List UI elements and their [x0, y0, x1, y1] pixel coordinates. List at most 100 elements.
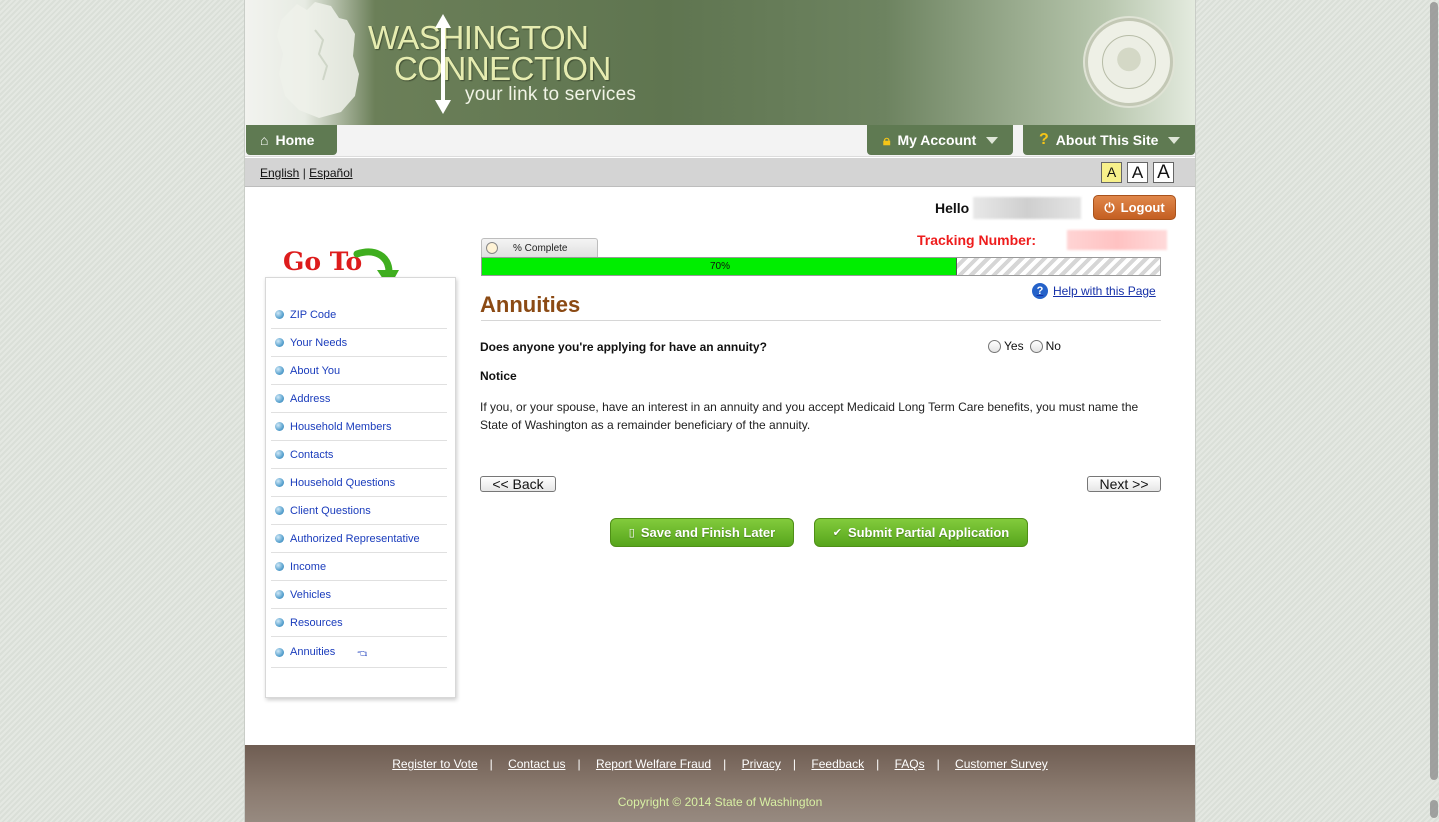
notice-heading: Notice	[480, 369, 517, 383]
bullet-icon	[275, 478, 284, 487]
help-icon: ?	[1032, 283, 1048, 299]
nav-about-site[interactable]: ? About This Site	[1023, 125, 1195, 155]
sidebar-item-label[interactable]: About You	[290, 365, 340, 377]
bullet-icon	[275, 506, 284, 515]
sidebar-item-label[interactable]: Client Questions	[290, 505, 371, 517]
footer-link-report-welfare-fraud[interactable]: Report Welfare Fraud	[596, 757, 711, 771]
scrollbar-thumb[interactable]	[1430, 2, 1438, 780]
chevron-down-icon	[1168, 136, 1181, 144]
footer-separator: |	[577, 757, 581, 771]
sidebar-item-client-questions[interactable]: Client Questions	[271, 497, 447, 525]
hello-greeting: Hello	[935, 200, 970, 216]
radio-no[interactable]	[1029, 339, 1043, 353]
nav-home[interactable]: ⌂ Home	[246, 125, 337, 155]
language-spanish-link[interactable]: Español	[309, 166, 352, 180]
footer-separator: |	[936, 757, 940, 771]
font-size-medium-button[interactable]: A	[1127, 162, 1148, 183]
help-link[interactable]: ? Help with this Page	[1032, 283, 1156, 299]
sidebar-item-resources[interactable]: Resources	[271, 609, 447, 637]
sidebar-item-label[interactable]: Address	[290, 393, 330, 405]
sidebar-item-label[interactable]: Household Members	[290, 421, 392, 433]
sidebar-item-label[interactable]: Annuities	[290, 646, 335, 658]
bullet-icon	[275, 618, 284, 627]
annuity-radio-group: Yes No	[988, 339, 1067, 353]
submit-partial-label: Submit Partial Application	[847, 525, 1010, 540]
footer-link-register-to-vote[interactable]: Register to Vote	[392, 757, 477, 771]
submit-partial-application-button[interactable]: ✔ Submit Partial Application	[814, 518, 1028, 547]
footer-separator: |	[876, 757, 880, 771]
sidebar-item-label[interactable]: Your Needs	[290, 337, 347, 349]
page-title: Annuities	[480, 292, 581, 317]
redacted-tracking-number	[1067, 230, 1167, 250]
bullet-icon	[275, 590, 284, 599]
sidebar-item-label[interactable]: Contacts	[290, 449, 333, 461]
redacted-user-name	[973, 197, 1081, 219]
sidebar-item-vehicles[interactable]: Vehicles	[271, 581, 447, 609]
logout-button[interactable]: ⏻ Logout	[1093, 195, 1176, 220]
sidebar-item-annuities[interactable]: Annuities 👈︎	[271, 637, 447, 668]
language-bar: English | Español A A A	[245, 158, 1195, 187]
goto-sidebar: ZIP Code Your Needs About You Address Ho…	[265, 277, 456, 698]
footer-link-privacy[interactable]: Privacy	[742, 757, 781, 771]
scrollbar-thumb-lower[interactable]	[1430, 800, 1438, 818]
sidebar-item-authorized-representative[interactable]: Authorized Representative	[271, 525, 447, 553]
notice-text: If you, or your spouse, have an interest…	[480, 400, 1139, 432]
goto-heading: Go To	[283, 247, 363, 276]
radio-yes[interactable]	[988, 339, 1001, 353]
site-logo[interactable]: WASHINGTON CONNECTION	[368, 21, 611, 87]
next-button[interactable]: Next >>	[1087, 476, 1161, 492]
footer-links: Register to Vote | Contact us | Report Wel…	[245, 757, 1195, 771]
clock-icon	[486, 242, 498, 254]
back-button[interactable]: << Back	[480, 476, 556, 492]
save-finish-later-label: Save and Finish Later	[640, 525, 776, 540]
sidebar-item-label[interactable]: Household Questions	[290, 477, 395, 489]
footer-separator: |	[489, 757, 493, 771]
progress-tab: % Complete	[481, 238, 598, 257]
nav-home-label: Home	[275, 132, 315, 148]
sidebar-item-label[interactable]: ZIP Code	[290, 309, 336, 321]
sidebar-item-household-members[interactable]: Household Members	[271, 413, 447, 441]
footer-link-customer-survey[interactable]: Customer Survey	[955, 757, 1048, 771]
font-size-large-button[interactable]: A	[1153, 162, 1174, 183]
bullet-icon	[275, 562, 284, 571]
sidebar-item-address[interactable]: Address	[271, 385, 447, 413]
footer-link-faqs[interactable]: FAQs	[895, 757, 925, 771]
bullet-icon	[275, 647, 284, 657]
language-english-link[interactable]: English	[260, 166, 299, 180]
bullet-icon	[275, 422, 284, 431]
logout-label: Logout	[1120, 200, 1165, 215]
logo-line2: CONNECTION	[394, 50, 611, 87]
sidebar-item-about-you[interactable]: About You	[271, 357, 447, 385]
site-banner: WASHINGTON CONNECTION your link to servi…	[245, 0, 1195, 125]
sidebar-item-income[interactable]: Income	[271, 553, 447, 581]
bullet-icon	[275, 310, 284, 319]
sidebar-item-household-questions[interactable]: Household Questions	[271, 469, 447, 497]
chevron-down-icon	[986, 136, 999, 144]
footer-link-feedback[interactable]: Feedback	[811, 757, 864, 771]
sidebar-item-zip-code[interactable]: ZIP Code	[271, 301, 447, 329]
bullet-icon	[275, 338, 284, 347]
sidebar-item-label[interactable]: Income	[290, 561, 326, 573]
checkmark-icon: ✔	[832, 527, 842, 539]
radio-no-label[interactable]: No	[1046, 339, 1061, 353]
sidebar-item-label[interactable]: Resources	[290, 617, 343, 629]
font-size-small-button[interactable]: A	[1101, 162, 1122, 183]
page-container: WASHINGTON CONNECTION your link to servi…	[244, 0, 1196, 822]
lock-icon: 🔒︎	[883, 131, 891, 148]
save-finish-later-button[interactable]: ▯ Save and Finish Later	[610, 518, 794, 547]
radio-yes-label[interactable]: Yes	[1004, 339, 1024, 353]
progress-percent: 70%	[709, 261, 730, 272]
sidebar-item-label[interactable]: Vehicles	[290, 589, 331, 601]
nav-my-account[interactable]: 🔒︎ My Account	[867, 125, 1013, 155]
state-seal-icon	[1085, 18, 1173, 106]
nav-my-account-label: My Account	[897, 132, 977, 148]
sidebar-item-label[interactable]: Authorized Representative	[290, 533, 420, 545]
site-tagline: your link to services	[465, 84, 637, 105]
sidebar-item-your-needs[interactable]: Your Needs	[271, 329, 447, 357]
tracking-number-label: Tracking Number:	[917, 232, 1037, 248]
sidebar-list: ZIP Code Your Needs About You Address Ho…	[271, 301, 447, 668]
sidebar-item-contacts[interactable]: Contacts	[271, 441, 447, 469]
footer-link-contact-us[interactable]: Contact us	[508, 757, 565, 771]
home-icon: ⌂	[260, 132, 269, 148]
bullet-icon	[275, 394, 284, 403]
